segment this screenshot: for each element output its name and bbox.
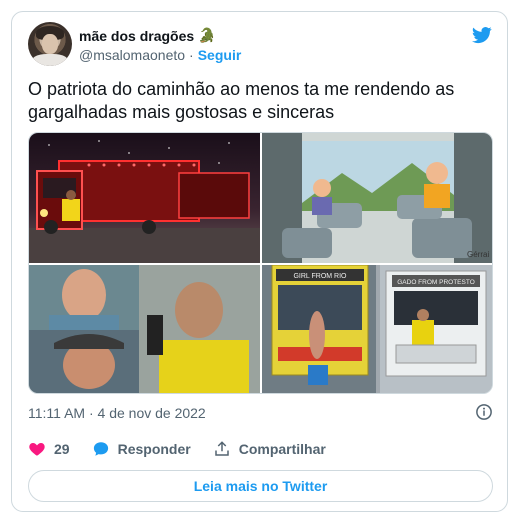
truck-sign-text: GADO FROM PROTESTO (397, 279, 475, 286)
avatar-shirt (32, 54, 68, 66)
share-icon (214, 441, 229, 456)
tweet-card: mãe dos dragões 🐊 @msalomaoneto · Seguir… (11, 11, 508, 512)
share-action[interactable]: Compartilhar (213, 440, 326, 458)
reply-action[interactable]: Responder (92, 440, 191, 458)
avatar-face (42, 34, 58, 54)
tweet-text: O patriota do caminhão ao menos ta me re… (28, 79, 455, 122)
follow-button[interactable]: Seguir (198, 47, 242, 63)
media-tile-truck-night[interactable] (29, 133, 260, 263)
avatar[interactable] (28, 22, 72, 66)
action-bar: 29 Responder Compartilhar (28, 440, 348, 458)
handle-separator: · (189, 47, 194, 63)
faces-collage-image (29, 265, 260, 393)
reply-bubble-icon (93, 442, 108, 456)
heart-icon (29, 443, 45, 456)
like-action[interactable]: 29 (28, 440, 70, 458)
truck-night-image (29, 140, 260, 263)
tweet-timestamp[interactable]: 11:11 AM · 4 de nov de 2022 (28, 405, 206, 421)
media-tile-cartoon-bus[interactable]: Gérrai (262, 133, 492, 263)
author-emoji: 🐊 (198, 27, 216, 43)
share-label: Compartilhar (238, 441, 326, 457)
cartoon-signature: Gérrai (467, 250, 489, 259)
bus-sign-text: GIRL FROM RIO (293, 273, 347, 280)
info-icon[interactable] (475, 403, 493, 421)
read-more-button[interactable]: Leia mais no Twitter (28, 470, 493, 502)
author-handle[interactable]: @msalomaoneto (79, 47, 185, 63)
author-display-name[interactable]: mãe dos dragões (79, 28, 194, 44)
read-more-label: Leia mais no Twitter (193, 478, 328, 494)
twitter-bird-icon[interactable] (471, 25, 493, 45)
media-grid[interactable]: Gérrai GIRL FROM RIO GADO FROM PROTESTO (28, 132, 493, 394)
reply-label: Responder (117, 441, 191, 457)
author-handle-row: @msalomaoneto · Seguir (79, 47, 241, 63)
bus-truck-image: GIRL FROM RIO GADO FROM PROTESTO (262, 265, 492, 393)
media-tile-faces[interactable] (29, 265, 260, 393)
media-tile-bus-truck[interactable]: GIRL FROM RIO GADO FROM PROTESTO (262, 265, 492, 393)
cartoon-bus-image: Gérrai (262, 133, 492, 263)
author-name-row: mãe dos dragões 🐊 (79, 27, 216, 44)
like-count: 29 (54, 441, 70, 457)
